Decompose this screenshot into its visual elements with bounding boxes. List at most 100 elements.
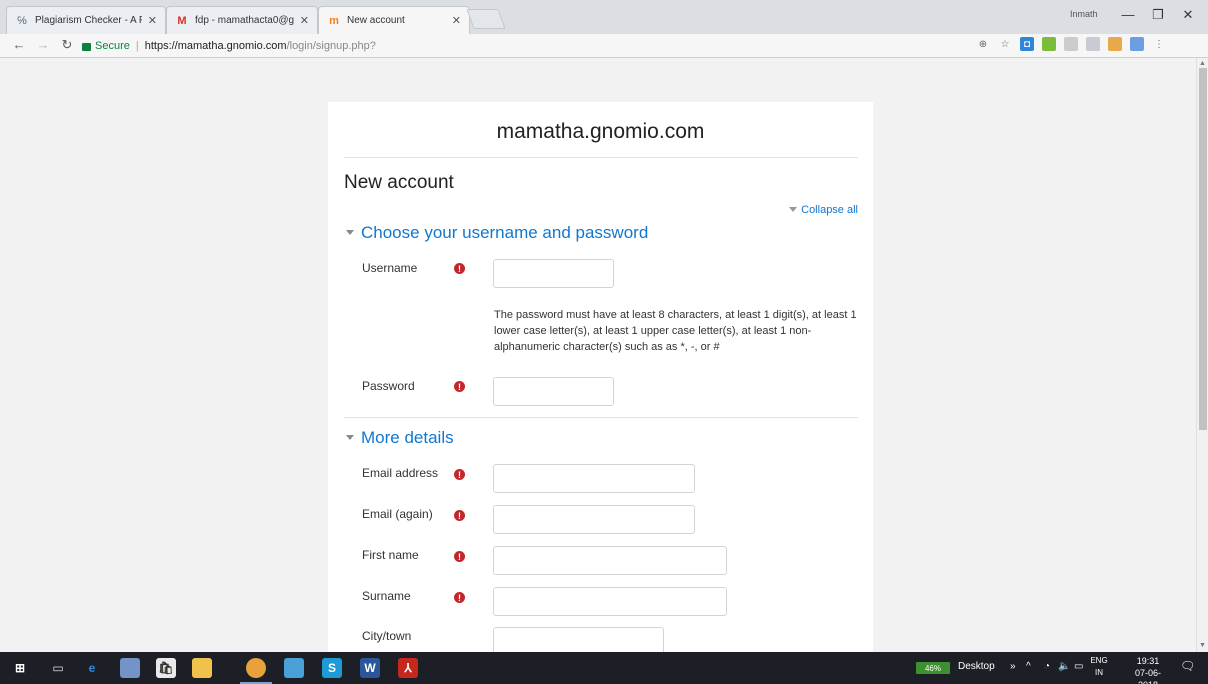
- wifi-icon[interactable]: ◔: [1044, 661, 1050, 672]
- toolbar-icons: ⊕ ☆ ◘ ⋮: [976, 37, 1166, 51]
- scroll-up-icon[interactable]: ▲: [1199, 60, 1206, 67]
- acrobat-icon[interactable]: ⅄: [398, 658, 418, 678]
- tray-chevron-icon[interactable]: ^: [1026, 661, 1031, 672]
- moodle-favicon-icon: m: [329, 14, 339, 27]
- zoom-icon[interactable]: ⊕: [976, 37, 990, 51]
- browser-tab-strip: ℅ Plagiarism Checker - A Fr ✕ M fdp - ma…: [0, 0, 1208, 34]
- required-icon: !: [454, 263, 465, 274]
- restore-icon[interactable]: ❐: [1148, 7, 1168, 23]
- forward-arrow-icon[interactable]: →: [34, 37, 52, 52]
- extension-icon[interactable]: [1108, 37, 1122, 51]
- extension-icon[interactable]: [1086, 37, 1100, 51]
- required-icon: !: [454, 551, 465, 562]
- clock-time: 19:31: [1136, 656, 1160, 666]
- site-name[interactable]: mamatha.gnomio.com: [328, 120, 873, 144]
- divider: [344, 417, 858, 418]
- username-label: Username: [362, 261, 418, 275]
- collapse-all-label: Collapse all: [801, 204, 858, 216]
- windows-start-icon[interactable]: ⊞: [10, 658, 30, 678]
- lang-region: IN: [1095, 668, 1103, 677]
- store-icon[interactable]: 🛍: [156, 658, 176, 678]
- required-icon: !: [454, 381, 465, 392]
- address-bar[interactable]: Secure | https://mamatha.gnomio.com/logi…: [82, 36, 962, 56]
- required-icon: !: [454, 469, 465, 480]
- section-credentials-title: Choose your username and password: [361, 223, 649, 242]
- caret-down-icon: [789, 207, 798, 212]
- show-more-icon[interactable]: »: [1010, 661, 1016, 672]
- required-icon: !: [454, 592, 465, 603]
- tab-plagiarism-checker[interactable]: ℅ Plagiarism Checker - A Fr ✕: [6, 6, 166, 34]
- section-details-toggle[interactable]: More details: [346, 428, 454, 448]
- scrollbar-thumb[interactable]: [1199, 68, 1207, 430]
- extension-icon[interactable]: ◘: [1020, 37, 1034, 51]
- language-indicator[interactable]: ENG IN: [1088, 655, 1110, 679]
- url-separator: |: [135, 40, 139, 52]
- remote-desktop-icon[interactable]: [284, 658, 304, 678]
- minimize-icon[interactable]: —: [1118, 7, 1138, 22]
- secure-label: Secure: [95, 40, 130, 52]
- city-input[interactable]: [493, 627, 664, 652]
- plagiarism-favicon-icon: ℅: [17, 14, 27, 27]
- new-tab-button[interactable]: [466, 9, 506, 29]
- app-icon[interactable]: [120, 658, 140, 678]
- page-scrollbar[interactable]: ▲ ▼: [1196, 58, 1208, 652]
- profile-button[interactable]: Inmath: [1070, 9, 1098, 19]
- email-input[interactable]: [493, 464, 695, 493]
- firstname-input[interactable]: [493, 546, 727, 575]
- extension-icon[interactable]: [1064, 37, 1078, 51]
- close-tab-icon[interactable]: ✕: [452, 14, 461, 27]
- clock-date: 07-06-2018: [1134, 668, 1161, 684]
- collapse-all-link[interactable]: Collapse all: [789, 204, 858, 216]
- tab-title: New account: [347, 15, 405, 26]
- extension-icon[interactable]: [1130, 37, 1144, 51]
- scroll-down-icon[interactable]: ▼: [1199, 642, 1206, 649]
- menu-dots-icon[interactable]: ⋮: [1152, 37, 1166, 51]
- city-label: City/town: [362, 629, 412, 643]
- page-title: New account: [344, 172, 454, 193]
- edge-icon[interactable]: e: [82, 658, 102, 678]
- battery-indicator[interactable]: 46%: [916, 662, 950, 674]
- password-policy-text: The password must have at least 8 charac…: [494, 309, 857, 353]
- chrome-icon[interactable]: [246, 658, 266, 678]
- task-view-icon[interactable]: ▭: [48, 658, 68, 678]
- word-icon[interactable]: W: [360, 658, 380, 678]
- lock-icon: [82, 43, 91, 51]
- tab-gmail[interactable]: M fdp - mamathacta0@gm ✕: [166, 6, 318, 34]
- back-arrow-icon[interactable]: ←: [10, 37, 28, 52]
- reload-icon[interactable]: ↻: [58, 37, 76, 53]
- tab-title: Plagiarism Checker - A Fr: [35, 15, 142, 26]
- email-label: Email address: [362, 466, 439, 480]
- lang-code: ENG: [1090, 656, 1108, 665]
- divider: [344, 157, 858, 158]
- required-icon: !: [454, 510, 465, 521]
- surname-input[interactable]: [493, 587, 727, 616]
- gmail-favicon-icon: M: [177, 14, 187, 27]
- password-label: Password: [362, 379, 415, 393]
- desktop-toolbar-label[interactable]: Desktop: [958, 661, 995, 672]
- notifications-icon[interactable]: 🗨: [1180, 659, 1195, 673]
- network-icon[interactable]: ▭: [1074, 661, 1083, 672]
- skype-icon[interactable]: S: [322, 658, 342, 678]
- tab-new-account[interactable]: m New account ✕: [318, 6, 470, 34]
- username-input[interactable]: [493, 259, 614, 288]
- close-tab-icon[interactable]: ✕: [148, 14, 157, 27]
- tab-title: fdp - mamathacta0@gm: [195, 15, 294, 26]
- password-input[interactable]: [493, 377, 614, 406]
- section-details-title: More details: [361, 428, 454, 447]
- bookmark-star-icon[interactable]: ☆: [998, 37, 1012, 51]
- windows-taskbar: ⊞ ▭ e 🛍 S W ⅄ 46% Desktop » ^ ◔ 🔈 ▭ ENG I…: [0, 652, 1208, 684]
- file-explorer-icon[interactable]: [192, 658, 212, 678]
- browser-toolbar: ← → ↻ Secure | https://mamatha.gnomio.co…: [0, 34, 1208, 58]
- volume-icon[interactable]: 🔈: [1058, 661, 1070, 672]
- close-tab-icon[interactable]: ✕: [300, 14, 309, 27]
- url-path: /login/signup.php?: [286, 40, 376, 52]
- email-again-input[interactable]: [493, 505, 695, 534]
- firstname-label: First name: [362, 548, 419, 562]
- surname-label: Surname: [362, 589, 411, 603]
- taskbar-clock[interactable]: 19:31 07-06-2018: [1128, 655, 1168, 684]
- email-again-label: Email (again): [362, 507, 433, 521]
- page-viewport: mamatha.gnomio.com New account Collapse …: [0, 58, 1196, 652]
- close-window-icon[interactable]: ✕: [1178, 7, 1198, 23]
- section-credentials-toggle[interactable]: Choose your username and password: [346, 223, 648, 243]
- extension-icon[interactable]: [1042, 37, 1056, 51]
